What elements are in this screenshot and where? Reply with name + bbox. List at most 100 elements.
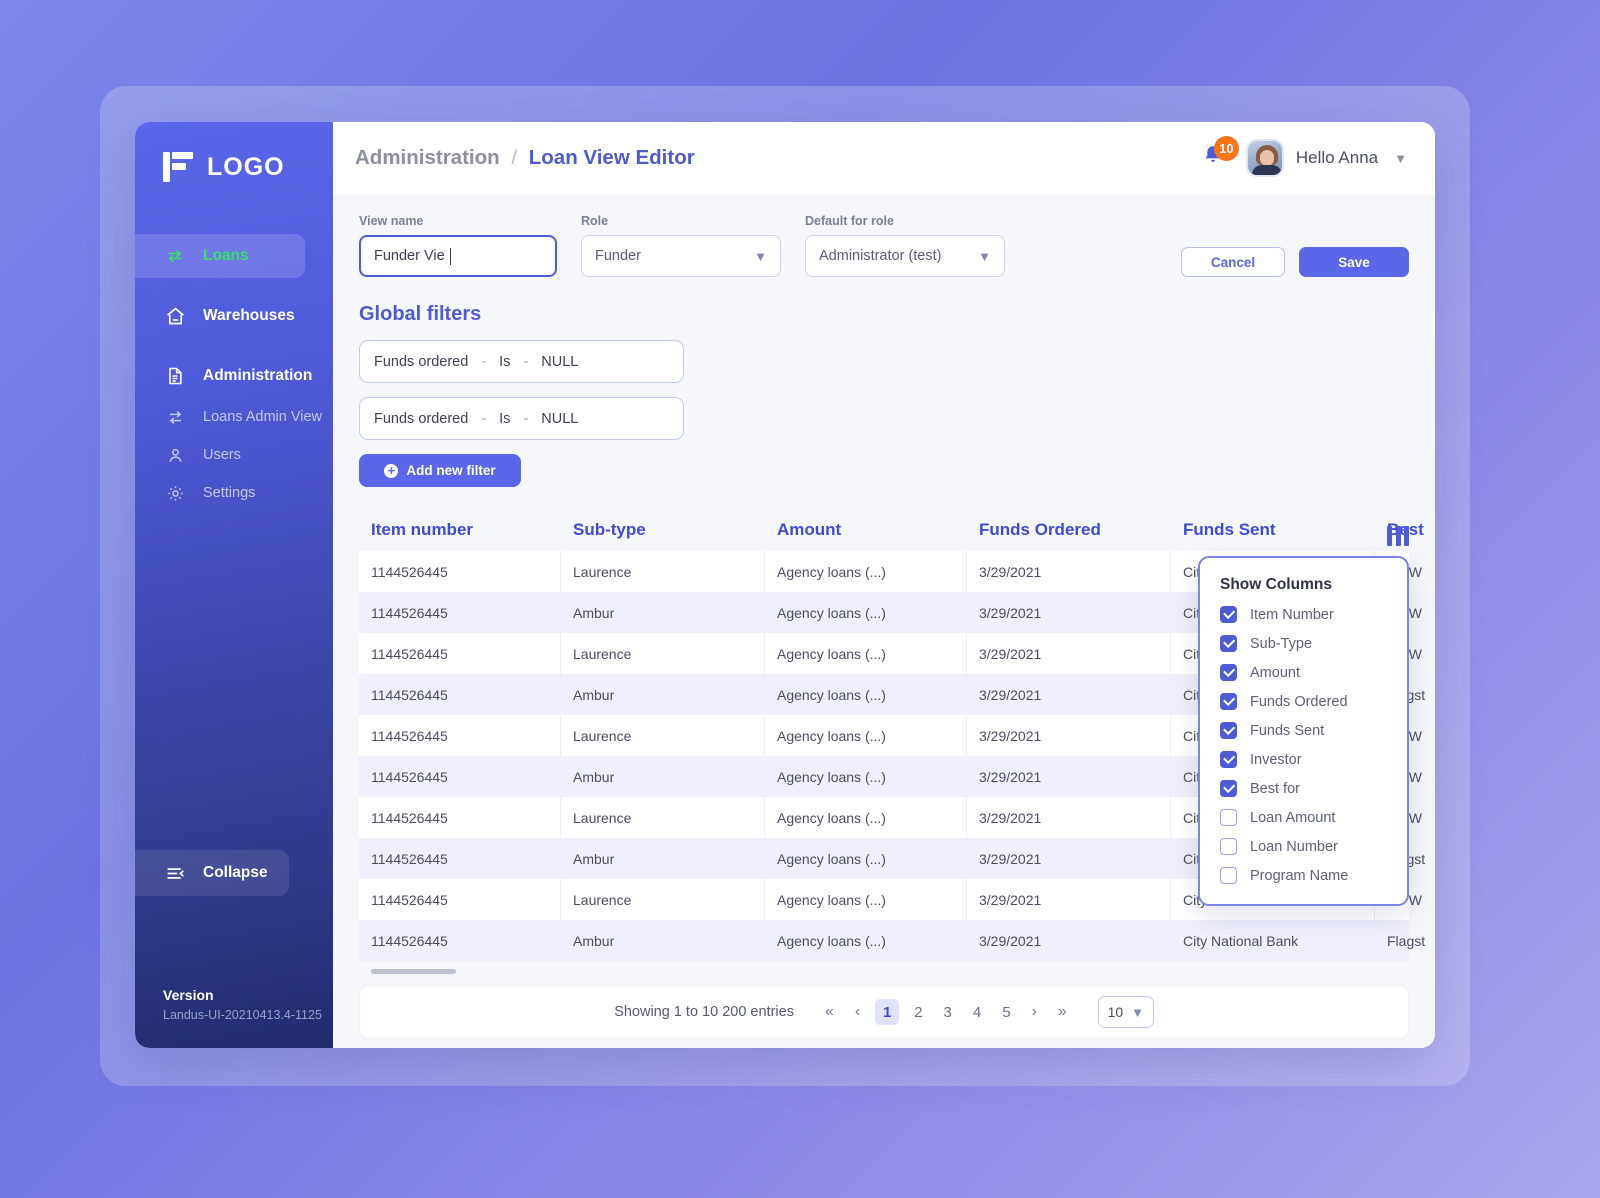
table-cell: Agency loans (...) [765, 797, 967, 838]
filter-field: Funds ordered [374, 410, 469, 427]
save-button[interactable]: Save [1299, 247, 1409, 277]
sidebar-item-loans[interactable]: Loans [135, 234, 306, 278]
column-settings-icon[interactable] [1387, 526, 1409, 546]
view-name-value: Funder Vie [374, 248, 445, 264]
checkbox[interactable] [1220, 664, 1237, 681]
show-columns-item-label: Funds Sent [1250, 722, 1325, 739]
breadcrumb: Administration / Loan View Editor [355, 146, 695, 170]
filter-dash: - [481, 410, 487, 427]
user-icon [163, 443, 187, 467]
document-icon [163, 364, 187, 388]
table-cell: Laurence [561, 797, 765, 838]
notifications-button[interactable]: 10 [1200, 136, 1239, 173]
checkbox[interactable] [1220, 809, 1237, 826]
table-header-cell[interactable]: Funds Sent [1171, 520, 1375, 540]
checkbox[interactable] [1220, 751, 1237, 768]
sidebar-item-users[interactable]: Users [135, 436, 333, 474]
table-cell: 1144526445 [359, 879, 561, 920]
cancel-button[interactable]: Cancel [1181, 247, 1285, 277]
default-role-select[interactable]: Administrator (test) ▼ [805, 235, 1005, 277]
show-columns-item[interactable]: Funds Ordered [1200, 687, 1407, 716]
checkbox[interactable] [1220, 606, 1237, 623]
page-button-5[interactable]: 5 [996, 1004, 1016, 1021]
table-cell: 1144526445 [359, 633, 561, 674]
table-cell: 3/29/2021 [967, 756, 1171, 797]
sidebar-item-label: Administration [203, 367, 313, 384]
table-cell: Agency loans (...) [765, 715, 967, 756]
table-cell: 1144526445 [359, 715, 561, 756]
show-columns-item[interactable]: Loan Number [1200, 832, 1407, 861]
show-columns-item[interactable]: Best for [1200, 774, 1407, 803]
show-columns-list: Item Number Sub-Type Amount Funds Ordered Fu… [1200, 600, 1407, 890]
table-cell: 3/29/2021 [967, 715, 1171, 756]
table-header-cell[interactable]: Item number [359, 520, 561, 540]
scrollbar-thumb[interactable] [371, 968, 456, 974]
show-columns-item-label: Funds Ordered [1250, 693, 1348, 710]
avatar[interactable] [1245, 139, 1284, 177]
sidebar-nav: Loans Warehouses Administration ^ [135, 234, 341, 512]
gear-icon [163, 481, 187, 505]
sidebar-item-settings[interactable]: Settings [135, 474, 333, 512]
sidebar-item-warehouses[interactable]: Warehouses [135, 294, 333, 338]
filter-field: Funds ordered [374, 353, 469, 370]
page-button-2[interactable]: 2 [908, 1004, 928, 1021]
logo[interactable]: LOGO [135, 122, 333, 182]
checkbox[interactable] [1220, 867, 1237, 884]
view-name-input[interactable]: Funder Vie [359, 235, 557, 277]
show-columns-item[interactable]: Amount [1200, 658, 1407, 687]
table-header-cell[interactable]: Amount [765, 520, 967, 540]
show-columns-item[interactable]: Investor [1200, 745, 1407, 774]
page-button-1[interactable]: 1 [875, 999, 900, 1025]
role-field-group: Role Funder ▼ [581, 214, 781, 277]
last-page-button[interactable]: » [1052, 1003, 1073, 1021]
table-header-cell[interactable]: Funds Ordered [967, 520, 1171, 540]
table-cell: 1144526445 [359, 756, 561, 797]
breadcrumb-parent[interactable]: Administration [355, 146, 500, 169]
checkbox[interactable] [1220, 780, 1237, 797]
show-columns-item-label: Program Name [1250, 867, 1349, 884]
home-icon [163, 304, 187, 328]
table-row[interactable]: 1144526445 Ambur Agency loans (...) 3/29/20… [359, 920, 1425, 961]
global-filters-title: Global filters [359, 303, 482, 325]
show-columns-item[interactable]: Sub-Type [1200, 629, 1407, 658]
page-size-value: 10 [1107, 1004, 1124, 1020]
table-cell: Agency loans (...) [765, 920, 967, 961]
show-columns-item-label: Item Number [1250, 606, 1334, 623]
table-header-cell[interactable]: Sub-type [561, 520, 765, 540]
pagination-bar: Showing 1 to 10 200 entries « ‹ 1 2 3 4 … [359, 985, 1409, 1039]
first-page-button[interactable]: « [819, 1003, 840, 1021]
logo-text: LOGO [207, 152, 285, 181]
checkbox[interactable] [1220, 838, 1237, 855]
table-cell: Agency loans (...) [765, 674, 967, 715]
prev-page-button[interactable]: ‹ [849, 1003, 866, 1021]
sidebar-item-administration[interactable]: Administration ^ [135, 354, 341, 398]
filter-row[interactable]: Funds ordered - Is - NULL [359, 397, 684, 440]
default-role-label: Default for role [805, 214, 894, 228]
add-new-filter-button[interactable]: + Add new filter [359, 454, 521, 487]
table-cell: Ambur [561, 674, 765, 715]
page-size-select[interactable]: 10 ▼ [1097, 996, 1154, 1028]
show-columns-item[interactable]: Funds Sent [1200, 716, 1407, 745]
page-button-3[interactable]: 3 [938, 1004, 958, 1021]
table-cell: 3/29/2021 [967, 592, 1171, 633]
chevron-down-icon[interactable]: ▼ [1394, 151, 1407, 166]
collapse-sidebar-button[interactable]: Collapse [135, 850, 290, 896]
checkbox[interactable] [1220, 722, 1237, 739]
table-cell: Agency loans (...) [765, 633, 967, 674]
checkbox[interactable] [1220, 635, 1237, 652]
table-cell: 3/29/2021 [967, 879, 1171, 920]
page-button-4[interactable]: 4 [967, 1004, 987, 1021]
show-columns-item[interactable]: Item Number [1200, 600, 1407, 629]
sidebar-item-loans-admin-view[interactable]: Loans Admin View [135, 398, 333, 436]
show-columns-item[interactable]: Program Name [1200, 861, 1407, 890]
next-page-button[interactable]: › [1026, 1003, 1043, 1021]
table-header-row: Item number Sub-type Amount Funds Ordere… [359, 509, 1424, 551]
show-columns-item[interactable]: Loan Amount [1200, 803, 1407, 832]
role-select[interactable]: Funder ▼ [581, 235, 781, 277]
filter-row[interactable]: Funds ordered - Is - NULL [359, 340, 684, 383]
sidebar-item-label: Loans Admin View [203, 409, 323, 425]
user-greeting: Hello Anna [1295, 148, 1379, 167]
horizontal-scrollbar[interactable] [359, 961, 1409, 981]
checkbox[interactable] [1220, 693, 1237, 710]
filter-operator: Is [499, 353, 511, 370]
